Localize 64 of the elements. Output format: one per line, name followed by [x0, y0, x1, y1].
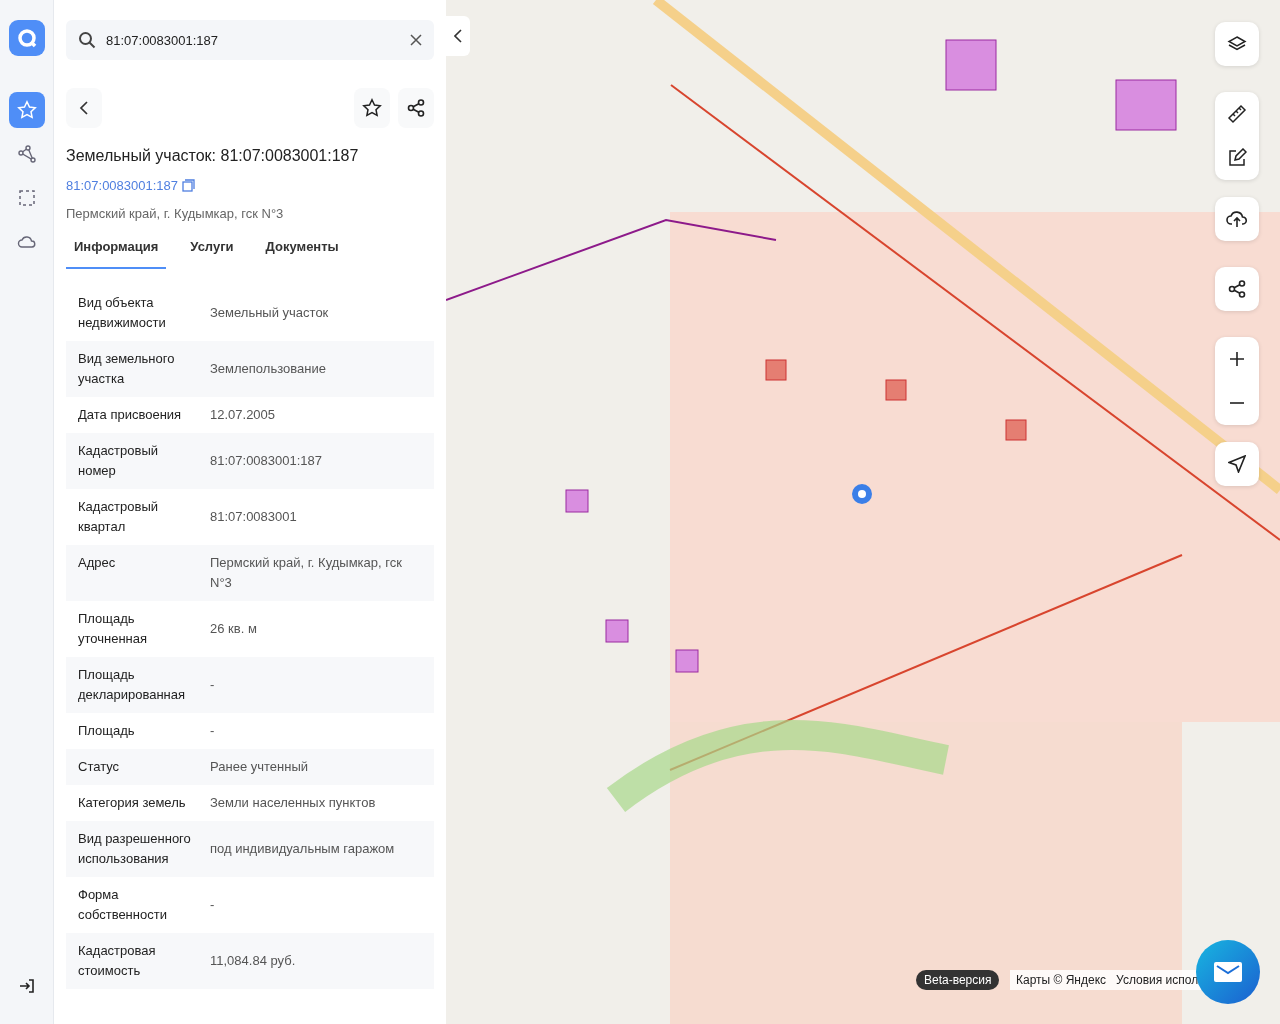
- property-label: Площадь уточненная: [78, 609, 149, 648]
- layers-icon: [1227, 35, 1247, 53]
- property-label: Площадь: [78, 721, 136, 740]
- property-value: 81:07:0083001:187: [210, 451, 323, 470]
- property-label: Вид объекта недвижимости: [78, 293, 167, 332]
- copy-icon[interactable]: [182, 179, 196, 193]
- property-value: 81:07:0083001: [210, 507, 297, 526]
- property-value: -: [210, 721, 215, 740]
- property-label: Кадастровый номер: [78, 441, 160, 480]
- property-label: Категория земель: [78, 793, 187, 812]
- edit-icon: [1227, 148, 1247, 168]
- share-icon: [1227, 279, 1247, 299]
- property-label: Статус: [78, 757, 121, 776]
- search-field[interactable]: 81:07:0083001:187: [66, 20, 434, 60]
- property-value: 12.07.2005: [210, 405, 276, 424]
- ruler-icon: [1227, 104, 1247, 124]
- property-label: Кадастровая стоимость: [78, 941, 157, 980]
- chevron-left-icon: [454, 29, 462, 43]
- logout-icon: [17, 977, 36, 995]
- property-label: Вид земельного участка: [78, 349, 176, 388]
- property-value: 11,084.84 руб.: [210, 951, 296, 970]
- star-icon: [16, 100, 37, 120]
- tab[interactable]: Документы: [257, 231, 347, 269]
- property-value: Пермский край, г. Кудымкар, гск N°3: [210, 553, 403, 592]
- collapse-panel-button[interactable]: [446, 16, 470, 56]
- star-icon: [362, 98, 382, 118]
- share-button[interactable]: [398, 88, 434, 128]
- envelope-icon: [1214, 962, 1242, 982]
- property-value: Землепользование: [210, 359, 326, 378]
- tab[interactable]: Услуги: [182, 231, 242, 269]
- app-logo-icon: [8, 20, 45, 56]
- beta-label: Beta-версия: [916, 970, 1000, 990]
- property-value: Земельный участок: [210, 303, 329, 322]
- clear-icon[interactable]: [410, 34, 422, 46]
- favorite-button[interactable]: [354, 88, 390, 128]
- property-value: Ранее учтенный: [210, 757, 308, 776]
- map-attribution: Карты © Яндекс: [1016, 972, 1107, 989]
- property-label: Адрес: [78, 553, 117, 572]
- property-label: Вид разрешенного использования: [78, 829, 192, 868]
- property-value: под индивидуальным гаражом: [210, 839, 395, 858]
- plus-icon: [1229, 351, 1245, 367]
- tab[interactable]: Информация: [66, 231, 167, 269]
- property-label: Кадастровый квартал: [78, 497, 160, 536]
- cadastral-number-link[interactable]: 81:07:0083001:187: [66, 176, 179, 196]
- minus-icon: [1229, 402, 1245, 404]
- terms-link[interactable]: Условия испол: [1116, 971, 1199, 989]
- object-address: Пермский край, г. Кудымкар, гск N°3: [66, 204, 285, 223]
- property-value: -: [210, 675, 215, 694]
- dashed-square-icon: [17, 189, 36, 207]
- chevron-left-icon: [79, 100, 89, 116]
- property-value: 26 кв. м: [210, 619, 257, 638]
- cloud-icon: [16, 234, 37, 250]
- cloud-upload-icon: [1226, 209, 1248, 229]
- polygon-icon: [16, 144, 37, 164]
- property-label: Дата присвоения: [78, 405, 183, 424]
- property-label: Форма собственности: [78, 885, 168, 924]
- property-value: Земли населенных пунктов: [210, 793, 376, 812]
- object-title: Земельный участок: 81:07:0083001:187: [66, 146, 360, 166]
- navigation-arrow-icon: [1228, 455, 1246, 473]
- share-icon: [406, 98, 426, 118]
- property-value: -: [210, 895, 215, 914]
- property-label: Площадь декларированная: [78, 665, 187, 704]
- back-button[interactable]: [66, 88, 102, 128]
- favorites-button[interactable]: [8, 92, 45, 128]
